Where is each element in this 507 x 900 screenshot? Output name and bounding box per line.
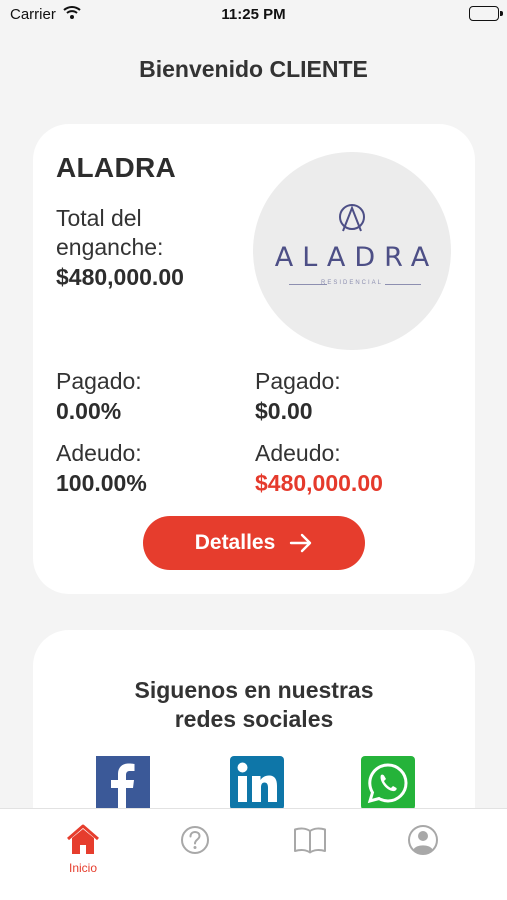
profile-icon [408,825,438,855]
arrow-right-icon [290,533,312,553]
paid-amount-label: Pagado: [255,368,341,394]
battery-icon [469,6,503,21]
tab-home[interactable]: Inicio [53,823,113,883]
help-icon [181,826,209,854]
facebook-icon[interactable] [96,756,150,810]
owed-amount-value: $480,000.00 [255,470,383,496]
status-bar: Carrier 11:25 PM [0,0,507,30]
tab-bar: Inicio [0,808,507,900]
details-button[interactable]: Detalles [143,516,365,570]
tab-help[interactable] [166,823,226,883]
logo-divider [385,284,421,285]
project-logo: ALADRA RESIDENCIAL [253,152,451,350]
book-icon [294,827,326,854]
social-title-line: redes sociales [174,706,334,732]
owed-percent-value: 100.00% [56,470,147,496]
social-title: Siguenos en nuestras redes sociales [33,676,475,734]
clock: 11:25 PM [221,6,286,23]
tab-profile[interactable] [394,823,454,883]
logo-wordmark: ALADRA [274,242,439,273]
paid-percent-value: 0.00% [56,398,122,424]
logo-subtitle: RESIDENCIAL [320,280,383,286]
tab-home-label: Inicio [68,861,97,875]
owed-percent-label: Adeudo: [56,440,142,466]
tab-guide[interactable] [280,823,340,883]
down-payment-label: Total del enganche: [56,205,164,260]
project-name: ALADRA [56,152,177,183]
social-title-line: Siguenos en nuestras [134,677,374,703]
page-title: Bienvenido CLIENTE [139,56,368,82]
linkedin-icon[interactable] [230,756,284,810]
owed-amount-label: Adeudo: [255,440,341,466]
paid-percent-label: Pagado: [56,368,142,394]
down-payment-value: $480,000.00 [56,264,184,290]
paid-amount-value: $0.00 [255,398,313,424]
logo-mark-icon [339,204,365,232]
project-card: ALADRA Total del enganche: $480,000.00 A… [33,124,475,594]
home-icon [67,824,99,854]
details-button-label: Detalles [194,531,276,554]
whatsapp-icon[interactable] [361,756,415,810]
